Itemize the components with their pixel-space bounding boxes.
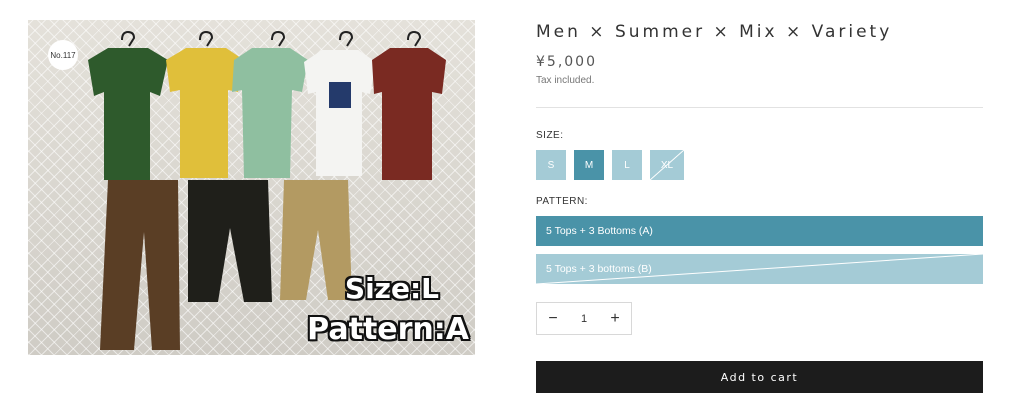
pattern-label: PATTERN: (536, 196, 588, 207)
quantity-increase-button[interactable]: + (599, 303, 631, 334)
overlay-size-text: Size:L (344, 272, 439, 305)
overlay-pattern-text: Pattern:A (307, 312, 469, 347)
size-option-l[interactable]: L (612, 150, 642, 180)
tax-note: Tax included. (536, 75, 595, 86)
size-option-m[interactable]: M (574, 150, 604, 180)
quantity-stepper: − 1 + (536, 302, 632, 335)
size-option-s[interactable]: S (536, 150, 566, 180)
product-price: ¥5,000 (536, 54, 597, 70)
quantity-decrease-button[interactable]: − (537, 303, 569, 334)
quantity-value[interactable]: 1 (581, 313, 587, 325)
size-label: SIZE: (536, 130, 564, 141)
pattern-option-a[interactable]: 5 Tops + 3 Bottoms (A) (536, 216, 983, 246)
pattern-option-b[interactable]: 5 Tops + 3 bottoms (B) (536, 254, 983, 284)
size-option-label: S (547, 159, 555, 171)
add-to-cart-button[interactable]: Add to cart (536, 361, 983, 393)
size-option-xl[interactable]: XL (650, 150, 684, 180)
product-image[interactable]: No.117 Size:L Pattern:A (28, 20, 475, 355)
size-option-label: L (624, 159, 630, 171)
pattern-option-label: 5 Tops + 3 bottoms (B) (546, 263, 652, 275)
size-option-label: M (584, 159, 594, 171)
product-title: Men × Summer × Mix × Variety (536, 22, 893, 42)
item-number-badge: No.117 (48, 40, 78, 70)
size-selector: S M L XL (536, 150, 684, 180)
size-option-label: XL (660, 159, 674, 171)
pattern-option-label: 5 Tops + 3 Bottoms (A) (546, 225, 653, 237)
divider (536, 107, 983, 108)
